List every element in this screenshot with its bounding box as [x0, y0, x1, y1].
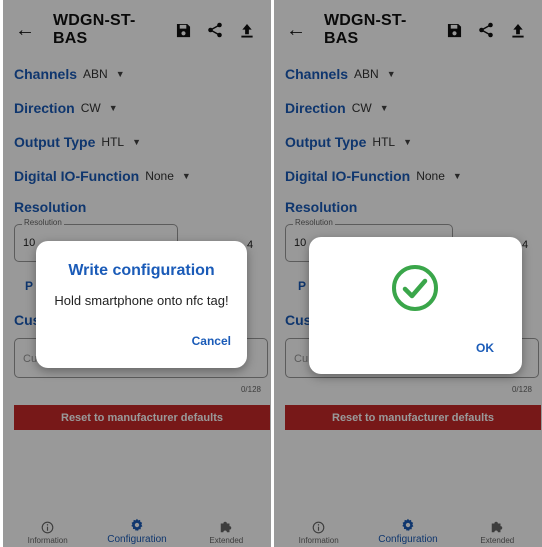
ok-button[interactable]: OK	[476, 341, 494, 355]
cancel-button[interactable]: Cancel	[192, 334, 231, 348]
dialog-message: Hold smartphone onto nfc tag!	[54, 293, 229, 308]
phone-screen-write-success: ← WDGN-ST-BAS Channels ABN ▼ Direction C…	[274, 0, 542, 547]
dialog-title: Write configuration	[68, 262, 215, 279]
check-circle-icon	[392, 265, 438, 311]
phone-screen-write-configuration: ← WDGN-ST-BAS Channels ABN ▼ Direction C…	[3, 0, 271, 547]
write-success-dialog: OK	[309, 237, 522, 374]
write-configuration-dialog: Write configuration Hold smartphone onto…	[36, 241, 247, 368]
